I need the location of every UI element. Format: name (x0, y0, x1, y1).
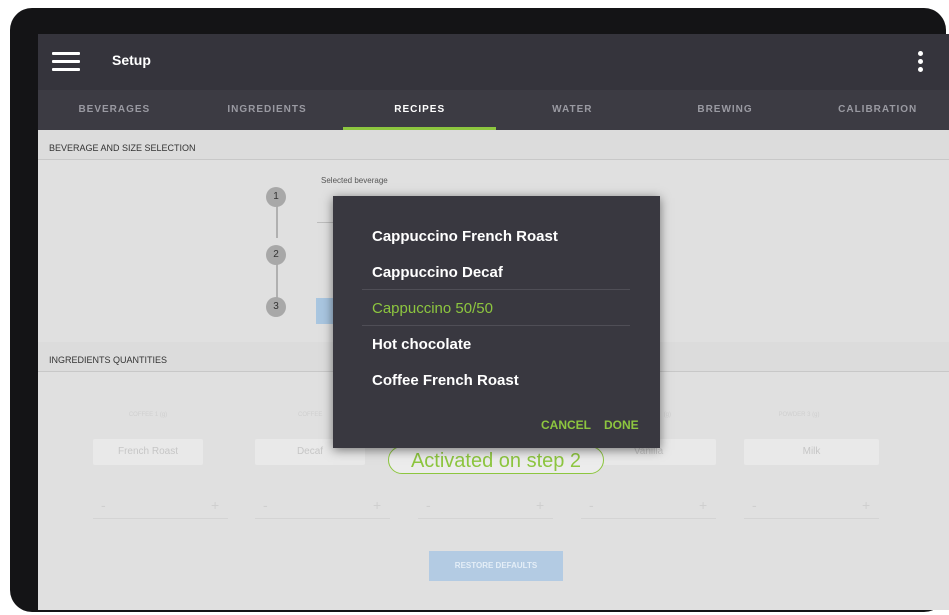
app-screen: Setup BEVERAGES INGREDIENTS RECIPES WATE… (38, 34, 949, 610)
step-3[interactable]: 3 (266, 297, 286, 317)
dialog-option[interactable]: Hot chocolate (372, 336, 471, 353)
plus-button[interactable]: + (211, 497, 219, 513)
ingredient-column-label: COFFEE 1 (g) (128, 412, 168, 418)
quantity-stepper: - + (418, 492, 553, 519)
tab-brewing[interactable]: BREWING (649, 90, 802, 130)
quantity-stepper: - + (255, 492, 390, 519)
tab-recipes[interactable]: RECIPES (343, 90, 496, 130)
plus-button[interactable]: + (862, 497, 870, 513)
restore-defaults-button[interactable]: RESTORE DEFAULTS (429, 551, 563, 581)
minus-button[interactable]: - (589, 497, 594, 513)
tab-calibration[interactable]: CALIBRATION (801, 90, 949, 130)
activated-step-badge: Activated on step 2 (388, 446, 604, 474)
step-1[interactable]: 1 (266, 187, 286, 207)
tab-bar: BEVERAGES INGREDIENTS RECIPES WATER BREW… (38, 90, 949, 130)
minus-button[interactable]: - (752, 497, 757, 513)
quantity-stepper: - + (93, 492, 228, 519)
ingredient-column-label: POWDER 3 (g) (778, 412, 820, 418)
step-2[interactable]: 2 (266, 245, 286, 265)
minus-button[interactable]: - (101, 497, 106, 513)
dialog-divider (362, 325, 630, 326)
dialog-option[interactable]: Cappuccino Decaf (372, 264, 503, 281)
tablet-frame: Setup BEVERAGES INGREDIENTS RECIPES WATE… (10, 8, 949, 612)
tab-ingredients[interactable]: INGREDIENTS (191, 90, 344, 130)
dialog-divider (362, 289, 630, 290)
dialog-option[interactable]: Coffee French Roast (372, 372, 519, 389)
tab-beverages[interactable]: BEVERAGES (38, 90, 191, 130)
quantity-stepper: - + (581, 492, 716, 519)
ingredient-field-coffee1[interactable]: French Roast (93, 439, 203, 465)
minus-button[interactable]: - (263, 497, 268, 513)
quantity-stepper: - + (744, 492, 879, 519)
ingredient-field-powder3[interactable]: Milk (744, 439, 879, 465)
more-options-icon[interactable] (918, 51, 924, 75)
plus-button[interactable]: + (699, 497, 707, 513)
app-title: Setup (112, 52, 151, 68)
selected-beverage-label: Selected beverage (321, 176, 388, 185)
dialog-option-selected[interactable]: Cappuccino 50/50 (372, 300, 493, 317)
plus-button[interactable]: + (536, 497, 544, 513)
tab-water[interactable]: WATER (496, 90, 649, 130)
app-bar: Setup (38, 34, 949, 90)
plus-button[interactable]: + (373, 497, 381, 513)
beverage-section-title: BEVERAGE AND SIZE SELECTION (38, 130, 949, 160)
menu-icon[interactable] (52, 52, 80, 72)
beverage-picker-dialog: Cappuccino French Roast Cappuccino Decaf… (333, 196, 660, 448)
dialog-option[interactable]: Cappuccino French Roast (372, 228, 558, 245)
cancel-button[interactable]: CANCEL (541, 418, 591, 432)
minus-button[interactable]: - (426, 497, 431, 513)
done-button[interactable]: DONE (604, 418, 639, 432)
